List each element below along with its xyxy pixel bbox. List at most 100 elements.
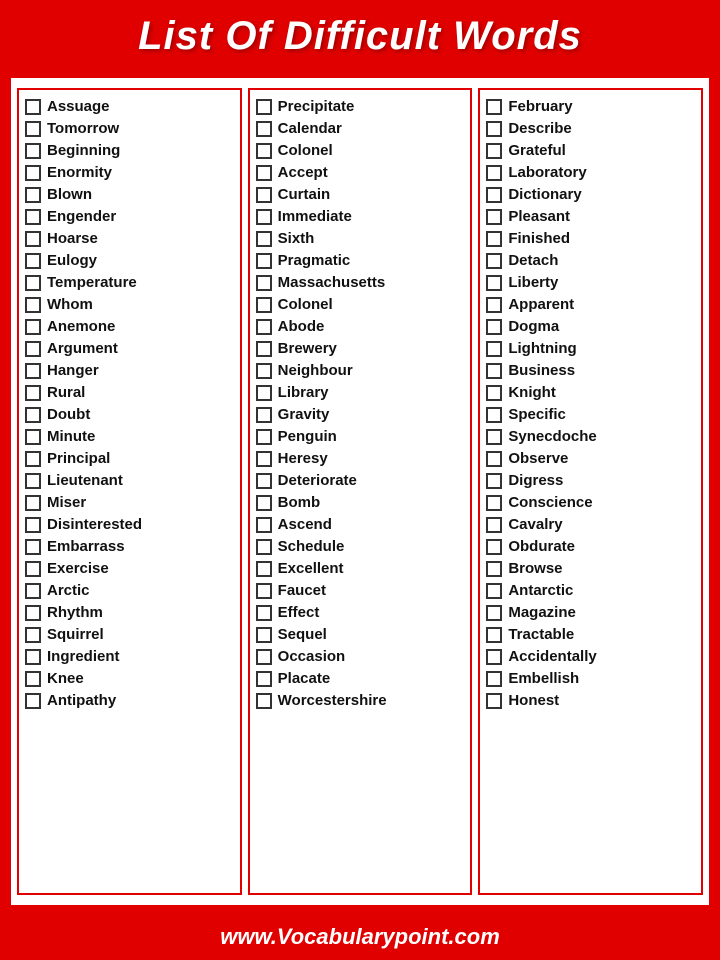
- checkbox-icon[interactable]: [25, 297, 41, 313]
- list-item[interactable]: Temperature: [23, 272, 236, 293]
- checkbox-icon[interactable]: [486, 209, 502, 225]
- list-item[interactable]: Penguin: [254, 426, 467, 447]
- list-item[interactable]: Worcestershire: [254, 690, 467, 711]
- checkbox-icon[interactable]: [256, 187, 272, 203]
- list-item[interactable]: Beginning: [23, 140, 236, 161]
- list-item[interactable]: Antipathy: [23, 690, 236, 711]
- checkbox-icon[interactable]: [256, 385, 272, 401]
- list-item[interactable]: Ascend: [254, 514, 467, 535]
- list-item[interactable]: Tomorrow: [23, 118, 236, 139]
- list-item[interactable]: Sixth: [254, 228, 467, 249]
- list-item[interactable]: Dogma: [484, 316, 697, 337]
- list-item[interactable]: Cavalry: [484, 514, 697, 535]
- list-item[interactable]: Doubt: [23, 404, 236, 425]
- list-item[interactable]: Business: [484, 360, 697, 381]
- list-item[interactable]: Abode: [254, 316, 467, 337]
- checkbox-icon[interactable]: [25, 187, 41, 203]
- list-item[interactable]: Immediate: [254, 206, 467, 227]
- checkbox-icon[interactable]: [25, 561, 41, 577]
- checkbox-icon[interactable]: [256, 275, 272, 291]
- list-item[interactable]: Miser: [23, 492, 236, 513]
- checkbox-icon[interactable]: [486, 187, 502, 203]
- list-item[interactable]: Magazine: [484, 602, 697, 623]
- list-item[interactable]: Curtain: [254, 184, 467, 205]
- list-item[interactable]: Pragmatic: [254, 250, 467, 271]
- checkbox-icon[interactable]: [25, 649, 41, 665]
- checkbox-icon[interactable]: [25, 363, 41, 379]
- checkbox-icon[interactable]: [256, 429, 272, 445]
- list-item[interactable]: Heresy: [254, 448, 467, 469]
- list-item[interactable]: Browse: [484, 558, 697, 579]
- list-item[interactable]: Massachusetts: [254, 272, 467, 293]
- checkbox-icon[interactable]: [256, 165, 272, 181]
- checkbox-icon[interactable]: [256, 671, 272, 687]
- checkbox-icon[interactable]: [25, 231, 41, 247]
- list-item[interactable]: Disinterested: [23, 514, 236, 535]
- checkbox-icon[interactable]: [25, 165, 41, 181]
- list-item[interactable]: Arctic: [23, 580, 236, 601]
- checkbox-icon[interactable]: [256, 539, 272, 555]
- list-item[interactable]: Detach: [484, 250, 697, 271]
- checkbox-icon[interactable]: [256, 517, 272, 533]
- list-item[interactable]: Knight: [484, 382, 697, 403]
- checkbox-icon[interactable]: [486, 671, 502, 687]
- checkbox-icon[interactable]: [25, 341, 41, 357]
- list-item[interactable]: Rhythm: [23, 602, 236, 623]
- list-item[interactable]: Squirrel: [23, 624, 236, 645]
- list-item[interactable]: Liberty: [484, 272, 697, 293]
- list-item[interactable]: Tractable: [484, 624, 697, 645]
- list-item[interactable]: Calendar: [254, 118, 467, 139]
- checkbox-icon[interactable]: [486, 385, 502, 401]
- checkbox-icon[interactable]: [25, 407, 41, 423]
- list-item[interactable]: Brewery: [254, 338, 467, 359]
- checkbox-icon[interactable]: [486, 605, 502, 621]
- list-item[interactable]: Library: [254, 382, 467, 403]
- checkbox-icon[interactable]: [25, 319, 41, 335]
- list-item[interactable]: Deteriorate: [254, 470, 467, 491]
- checkbox-icon[interactable]: [486, 693, 502, 709]
- checkbox-icon[interactable]: [256, 693, 272, 709]
- checkbox-icon[interactable]: [25, 583, 41, 599]
- checkbox-icon[interactable]: [25, 671, 41, 687]
- checkbox-icon[interactable]: [256, 451, 272, 467]
- list-item[interactable]: Excellent: [254, 558, 467, 579]
- checkbox-icon[interactable]: [256, 473, 272, 489]
- list-item[interactable]: February: [484, 96, 697, 117]
- list-item[interactable]: Obdurate: [484, 536, 697, 557]
- checkbox-icon[interactable]: [486, 319, 502, 335]
- checkbox-icon[interactable]: [25, 451, 41, 467]
- checkbox-icon[interactable]: [25, 143, 41, 159]
- list-item[interactable]: Accept: [254, 162, 467, 183]
- checkbox-icon[interactable]: [256, 605, 272, 621]
- list-item[interactable]: Laboratory: [484, 162, 697, 183]
- checkbox-icon[interactable]: [486, 429, 502, 445]
- checkbox-icon[interactable]: [25, 495, 41, 511]
- list-item[interactable]: Hanger: [23, 360, 236, 381]
- list-item[interactable]: Blown: [23, 184, 236, 205]
- list-item[interactable]: Colonel: [254, 294, 467, 315]
- checkbox-icon[interactable]: [256, 495, 272, 511]
- list-item[interactable]: Knee: [23, 668, 236, 689]
- list-item[interactable]: Observe: [484, 448, 697, 469]
- checkbox-icon[interactable]: [25, 539, 41, 555]
- checkbox-icon[interactable]: [25, 99, 41, 115]
- checkbox-icon[interactable]: [25, 121, 41, 137]
- list-item[interactable]: Specific: [484, 404, 697, 425]
- list-item[interactable]: Exercise: [23, 558, 236, 579]
- list-item[interactable]: Schedule: [254, 536, 467, 557]
- checkbox-icon[interactable]: [486, 363, 502, 379]
- list-item[interactable]: Placate: [254, 668, 467, 689]
- checkbox-icon[interactable]: [486, 231, 502, 247]
- checkbox-icon[interactable]: [256, 143, 272, 159]
- list-item[interactable]: Rural: [23, 382, 236, 403]
- checkbox-icon[interactable]: [256, 341, 272, 357]
- list-item[interactable]: Anemone: [23, 316, 236, 337]
- list-item[interactable]: Effect: [254, 602, 467, 623]
- list-item[interactable]: Embarrass: [23, 536, 236, 557]
- checkbox-icon[interactable]: [25, 385, 41, 401]
- list-item[interactable]: Honest: [484, 690, 697, 711]
- list-item[interactable]: Accidentally: [484, 646, 697, 667]
- list-item[interactable]: Conscience: [484, 492, 697, 513]
- list-item[interactable]: Principal: [23, 448, 236, 469]
- checkbox-icon[interactable]: [486, 473, 502, 489]
